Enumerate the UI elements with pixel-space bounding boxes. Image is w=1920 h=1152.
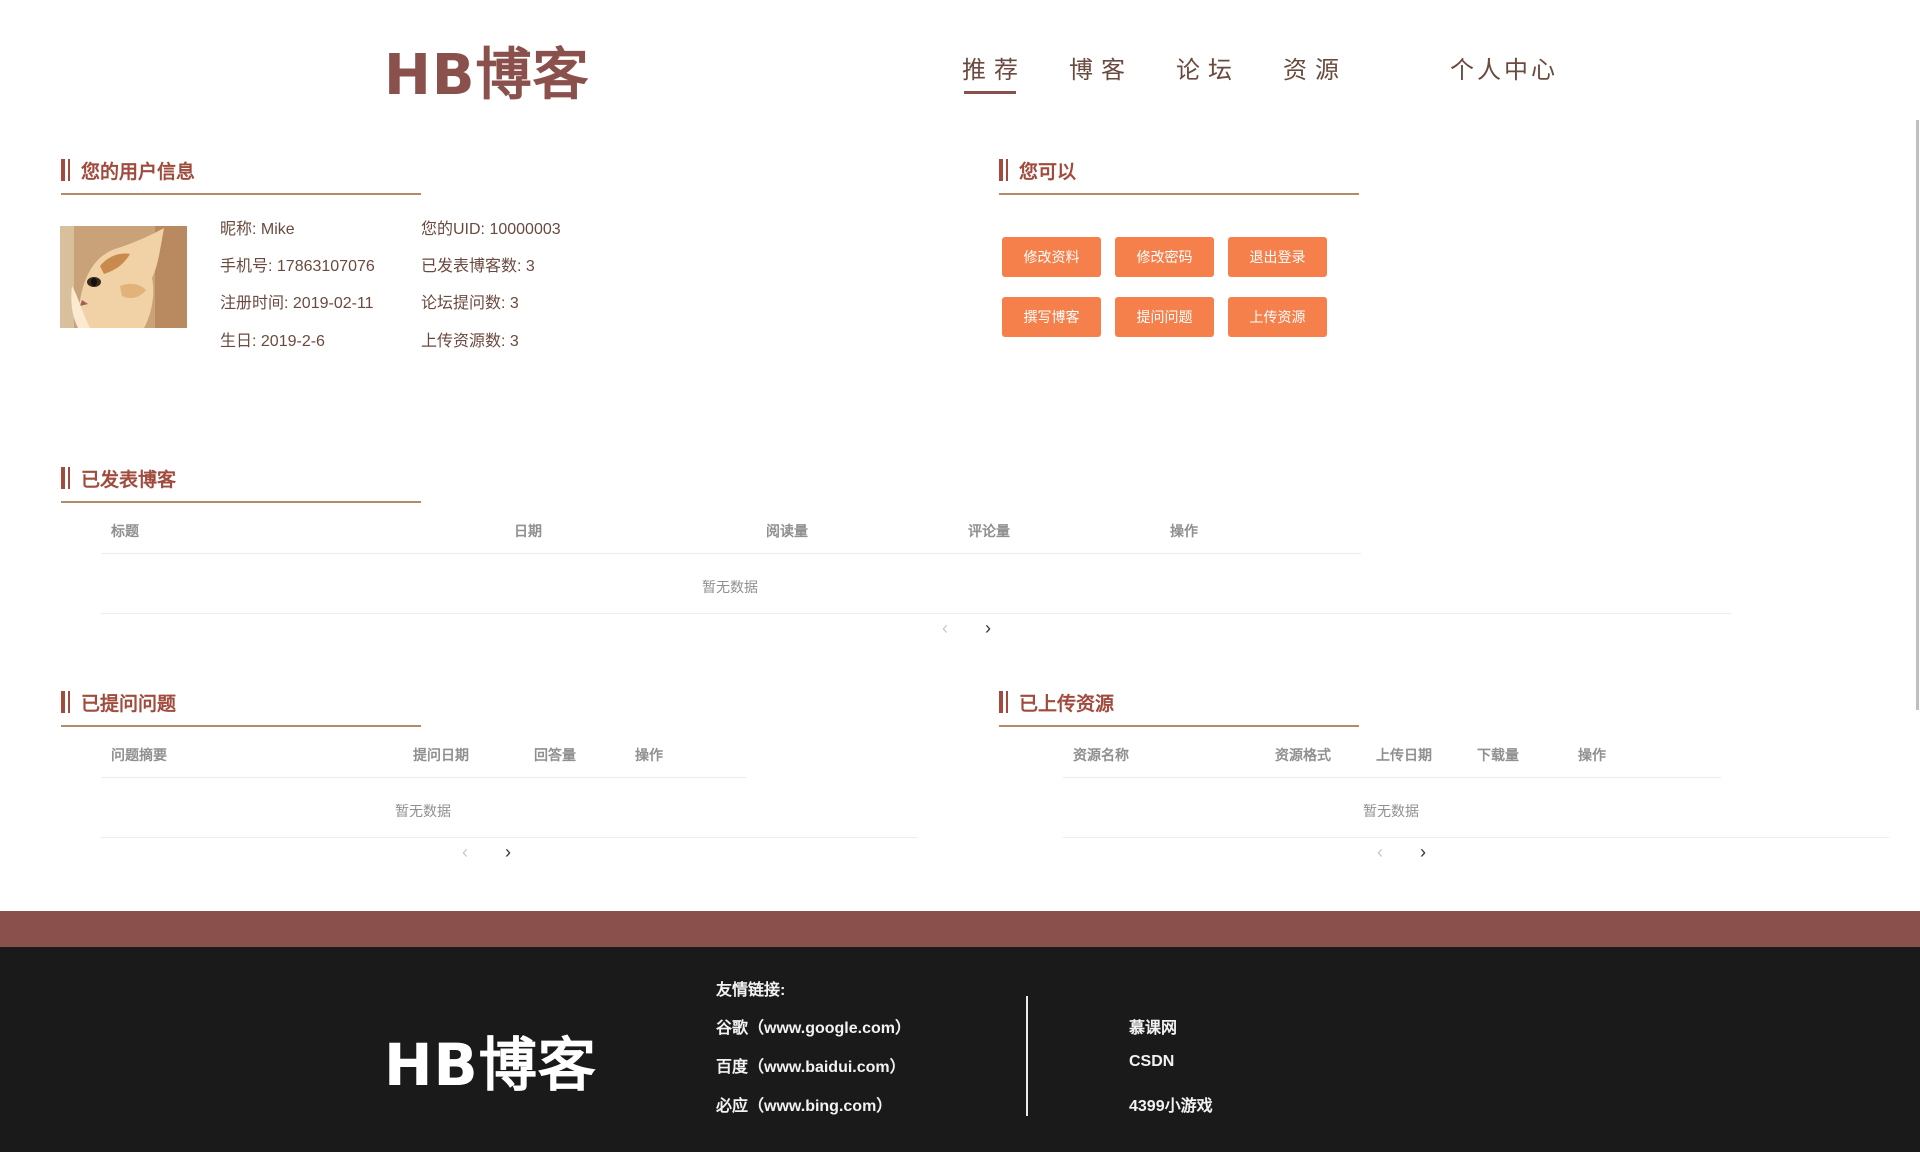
avatar: [60, 226, 187, 328]
info-phone: 手机号: 17863107076: [220, 258, 375, 275]
column-header-actions: 操作: [1578, 747, 1606, 763]
section-bar: [61, 159, 65, 181]
table-divider: [101, 553, 1361, 554]
upload-resource-button[interactable]: 上传资源: [1228, 297, 1327, 337]
footer-divider: [1026, 996, 1028, 1116]
section-bar: [61, 691, 65, 713]
section-bar: [68, 467, 70, 489]
section-title: 您可以: [1019, 162, 1077, 183]
info-birthday: 生日: 2019-2-6: [220, 333, 325, 350]
link-imooc[interactable]: 慕课网: [1129, 1014, 1177, 1038]
info-question-count: 论坛提问数: 3: [421, 295, 519, 312]
section-bar: [999, 159, 1003, 181]
column-header-summary: 问题摘要: [111, 747, 167, 763]
edit-profile-button[interactable]: 修改资料: [1002, 237, 1101, 277]
column-header-title: 标题: [111, 523, 139, 539]
info-nickname: 昵称: Mike: [220, 221, 295, 238]
section-title: 已发表博客: [81, 470, 177, 491]
table-divider: [101, 613, 1731, 614]
info-register-date: 注册时间: 2019-02-11: [220, 295, 374, 312]
write-blog-button[interactable]: 撰写博客: [1002, 297, 1101, 337]
column-header-views: 阅读量: [766, 523, 808, 539]
section-title: 已提问问题: [81, 694, 177, 715]
section-header-questions: 已提问问题: [61, 685, 421, 727]
footer: [0, 947, 1920, 1152]
section-bar: [68, 691, 70, 713]
column-header-date: 日期: [514, 523, 542, 539]
section-bar: [61, 467, 65, 489]
column-header-ask-date: 提问日期: [413, 747, 469, 763]
column-header-resource-name: 资源名称: [1073, 747, 1129, 763]
pagination-next-button[interactable]: ›: [1420, 842, 1426, 863]
link-4399[interactable]: 4399小游戏: [1129, 1092, 1213, 1116]
info-uid: 您的UID: 10000003: [421, 221, 561, 238]
empty-state: 暂无数据: [395, 803, 451, 819]
nav-personal-center[interactable]: 个人中心: [1450, 50, 1558, 85]
section-header-blogs: 已发表博客: [61, 461, 421, 503]
table-divider: [101, 837, 917, 838]
section-title: 已上传资源: [1019, 694, 1115, 715]
column-header-actions: 操作: [1170, 523, 1198, 539]
column-header-format: 资源格式: [1275, 747, 1331, 763]
table-divider: [1063, 837, 1889, 838]
section-header-actions: 您可以: [999, 153, 1359, 195]
section-bar: [999, 691, 1003, 713]
column-header-upload-date: 上传日期: [1376, 747, 1432, 763]
scrollbar[interactable]: [1916, 120, 1919, 710]
footer-band: [0, 911, 1920, 947]
section-bar: [68, 159, 70, 181]
section-title: 您的用户信息: [81, 162, 196, 183]
footer-logo: HB博客: [384, 1031, 597, 1099]
section-header-user-info: 您的用户信息: [61, 153, 421, 195]
table-divider: [1063, 777, 1721, 778]
column-header-comments: 评论量: [968, 523, 1010, 539]
column-header-downloads: 下载量: [1477, 747, 1519, 763]
nav-blog[interactable]: 博客: [1069, 50, 1133, 85]
link-baidu[interactable]: 百度（www.baidui.com）: [716, 1053, 906, 1077]
empty-state: 暂无数据: [1363, 803, 1419, 819]
friend-links-title: 友情链接:: [716, 982, 786, 999]
empty-state: 暂无数据: [702, 579, 758, 595]
section-bar: [1006, 159, 1008, 181]
section-header-resources: 已上传资源: [999, 685, 1359, 727]
info-blog-count: 已发表博客数: 3: [421, 258, 535, 275]
column-header-actions: 操作: [635, 747, 663, 763]
pagination-next-button[interactable]: ›: [985, 618, 991, 639]
nav-resources[interactable]: 资源: [1283, 50, 1347, 85]
info-resource-count: 上传资源数: 3: [421, 333, 519, 350]
site-logo[interactable]: HB博客: [384, 30, 590, 111]
change-password-button[interactable]: 修改密码: [1115, 237, 1214, 277]
table-divider: [101, 777, 746, 778]
pagination-prev-button[interactable]: ‹: [942, 618, 948, 639]
nav-recommend[interactable]: 推荐: [962, 50, 1026, 94]
link-bing[interactable]: 必应（www.bing.com）: [716, 1092, 892, 1116]
column-header-answers: 回答量: [534, 747, 576, 763]
section-bar: [1006, 691, 1008, 713]
link-google[interactable]: 谷歌（www.google.com）: [716, 1014, 911, 1038]
pagination-next-button[interactable]: ›: [505, 842, 511, 863]
logout-button[interactable]: 退出登录: [1228, 237, 1327, 277]
ask-question-button[interactable]: 提问问题: [1115, 297, 1214, 337]
link-csdn[interactable]: CSDN: [1129, 1053, 1174, 1071]
pagination-prev-button[interactable]: ‹: [462, 842, 468, 863]
nav-forum[interactable]: 论坛: [1176, 50, 1240, 85]
pagination-prev-button[interactable]: ‹: [1377, 842, 1383, 863]
